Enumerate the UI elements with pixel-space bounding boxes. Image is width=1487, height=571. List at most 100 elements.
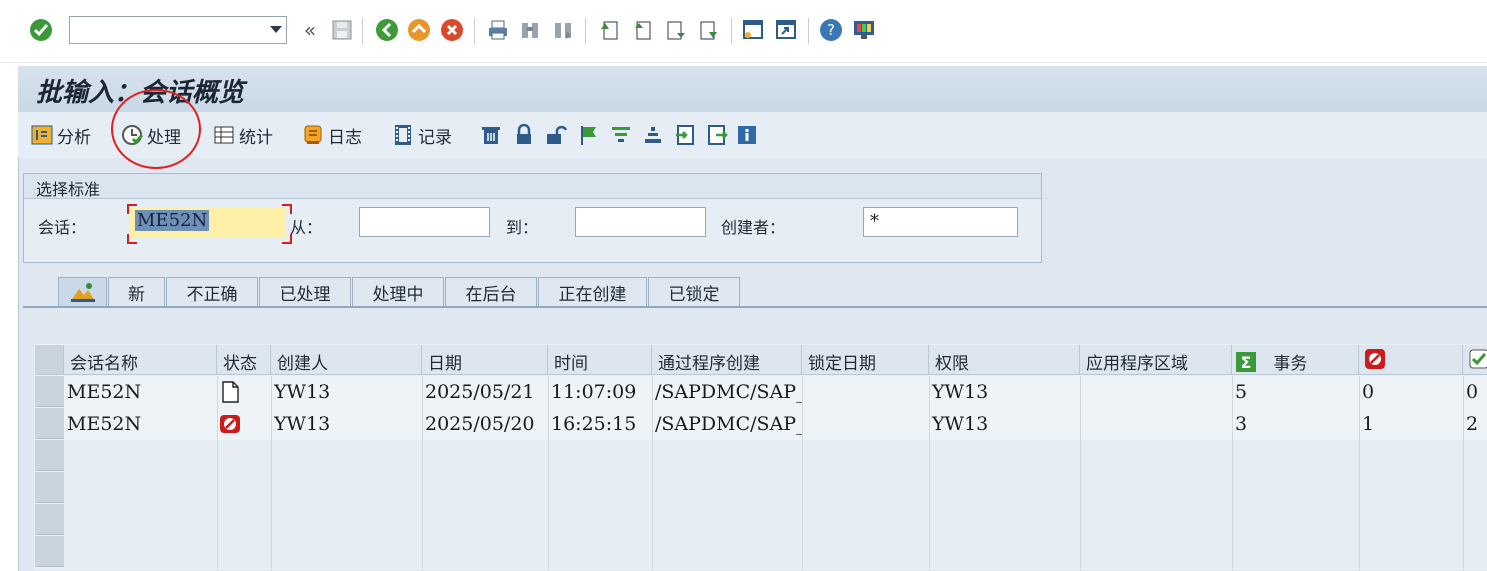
error-icon <box>217 410 271 442</box>
tab-processed[interactable]: 已处理 <box>259 277 351 306</box>
selection-criteria-header <box>24 174 1041 199</box>
row-selector[interactable] <box>35 504 64 535</box>
help-icon[interactable]: ? <box>819 18 843 42</box>
next-page-icon[interactable] <box>664 18 688 42</box>
col-authorization[interactable]: 权限 <box>929 345 1080 375</box>
col-processed[interactable] <box>1463 345 1487 375</box>
table-row-empty <box>64 440 1487 472</box>
tab-being-created[interactable]: 正在创建 <box>538 277 647 306</box>
col-session-name[interactable]: 会话名称 <box>64 345 217 375</box>
cell-creator: YW13 <box>274 381 331 403</box>
session-input[interactable]: ME52N <box>129 207 286 238</box>
cell-processed: 2 <box>1466 413 1479 435</box>
record-label: 记录 <box>418 127 452 148</box>
cell-time: 11:07:09 <box>551 381 637 403</box>
sort-icon[interactable] <box>641 122 665 148</box>
row-selector[interactable] <box>35 536 64 567</box>
col-date[interactable]: 日期 <box>422 345 548 375</box>
new-session-icon[interactable] <box>741 18 765 42</box>
command-field[interactable] <box>69 16 287 44</box>
cell-application-area <box>1080 410 1232 442</box>
lock-icon[interactable] <box>512 122 536 148</box>
find-next-icon[interactable] <box>551 18 575 42</box>
film-record-icon <box>392 124 414 146</box>
cell-session-name: ME52N <box>67 381 142 403</box>
all-sessions-icon <box>70 283 95 302</box>
first-page-icon[interactable] <box>597 18 621 42</box>
row-selector[interactable] <box>35 376 64 407</box>
tab-all[interactable] <box>58 277 107 306</box>
exit-icon[interactable] <box>407 18 431 42</box>
tab-incorrect[interactable]: 不正确 <box>166 277 258 306</box>
chevron-down-icon[interactable] <box>270 26 282 33</box>
analyze-button[interactable]: 分析 <box>31 122 91 148</box>
log-button[interactable]: 日志 <box>302 122 362 148</box>
col-errors[interactable] <box>1359 345 1463 375</box>
row-selector[interactable] <box>35 440 64 471</box>
cell-session-name: ME52N <box>67 413 142 435</box>
tab-new[interactable]: 新 <box>108 277 165 306</box>
from-input[interactable] <box>359 207 490 237</box>
focus-corner <box>127 234 137 244</box>
separator <box>362 18 363 44</box>
row-selector[interactable] <box>35 472 64 503</box>
cell-program: /SAPDMC/SAP_ <box>655 413 802 435</box>
cell-lock-date <box>802 378 929 410</box>
col-creator[interactable]: 创建人 <box>271 345 422 375</box>
cell-processed: 0 <box>1466 381 1479 403</box>
cell-application-area <box>1080 378 1232 410</box>
cell-date: 2025/05/21 <box>425 381 535 403</box>
table-row-empty <box>64 472 1487 504</box>
statistics-grid-icon <box>213 124 235 146</box>
col-created-by-program[interactable]: 通过程序创建 <box>652 345 802 375</box>
previous-page-icon[interactable] <box>630 18 654 42</box>
tab-in-background[interactable]: 在后台 <box>445 277 537 306</box>
print-icon[interactable] <box>486 18 510 42</box>
select-all-corner[interactable] <box>35 345 64 375</box>
tab-locked[interactable]: 已锁定 <box>648 277 740 306</box>
analyze-label: 分析 <box>57 127 91 148</box>
find-icon[interactable] <box>518 18 542 42</box>
table-row-empty <box>64 536 1487 568</box>
info-icon[interactable] <box>735 122 759 148</box>
statistics-button[interactable]: 统计 <box>213 122 273 148</box>
customize-layout-icon[interactable] <box>852 18 876 42</box>
import-icon[interactable] <box>705 122 729 148</box>
creator-input[interactable]: * <box>863 207 1018 237</box>
shortcut-icon[interactable] <box>774 18 798 42</box>
col-transactions[interactable]: Σ 事务 <box>1232 345 1359 375</box>
col-application-area[interactable]: 应用程序区域 <box>1080 345 1232 375</box>
cancel-icon[interactable] <box>440 18 464 42</box>
log-label: 日志 <box>328 127 362 148</box>
delete-trash-icon[interactable] <box>479 122 503 148</box>
collapse-left-icon[interactable]: « <box>298 18 322 42</box>
cell-time: 16:25:15 <box>551 413 637 435</box>
svg-text:?: ? <box>827 21 835 39</box>
record-button[interactable]: 记录 <box>392 122 452 148</box>
cell-authorization: YW13 <box>932 381 989 403</box>
export-icon[interactable] <box>673 122 697 148</box>
cell-program: /SAPDMC/SAP_ <box>655 381 802 403</box>
col-status[interactable]: 状态 <box>217 345 271 375</box>
col-time[interactable]: 时间 <box>548 345 652 375</box>
back-icon[interactable] <box>375 18 399 42</box>
unlock-icon[interactable] <box>544 122 568 148</box>
to-input[interactable] <box>575 207 706 237</box>
session-input-value: ME52N <box>135 210 210 231</box>
highlight-circle <box>111 89 201 169</box>
processed-check-icon <box>1469 349 1487 369</box>
col-lock-date[interactable]: 锁定日期 <box>802 345 929 375</box>
error-header-icon <box>1365 349 1385 369</box>
to-label: 到： <box>506 218 539 237</box>
analyze-icon <box>31 124 53 146</box>
row-selector[interactable] <box>35 408 64 439</box>
enter-check-icon[interactable] <box>29 18 53 42</box>
col-transactions-label: 事务 <box>1273 354 1308 374</box>
selection-criteria-title: 选择标准 <box>36 180 101 199</box>
flag-icon[interactable] <box>577 122 601 148</box>
last-page-icon[interactable] <box>697 18 721 42</box>
tab-in-process[interactable]: 处理中 <box>352 277 444 306</box>
cell-lock-date <box>802 410 929 442</box>
filter-icon[interactable] <box>609 122 633 148</box>
save-icon[interactable] <box>330 18 354 42</box>
